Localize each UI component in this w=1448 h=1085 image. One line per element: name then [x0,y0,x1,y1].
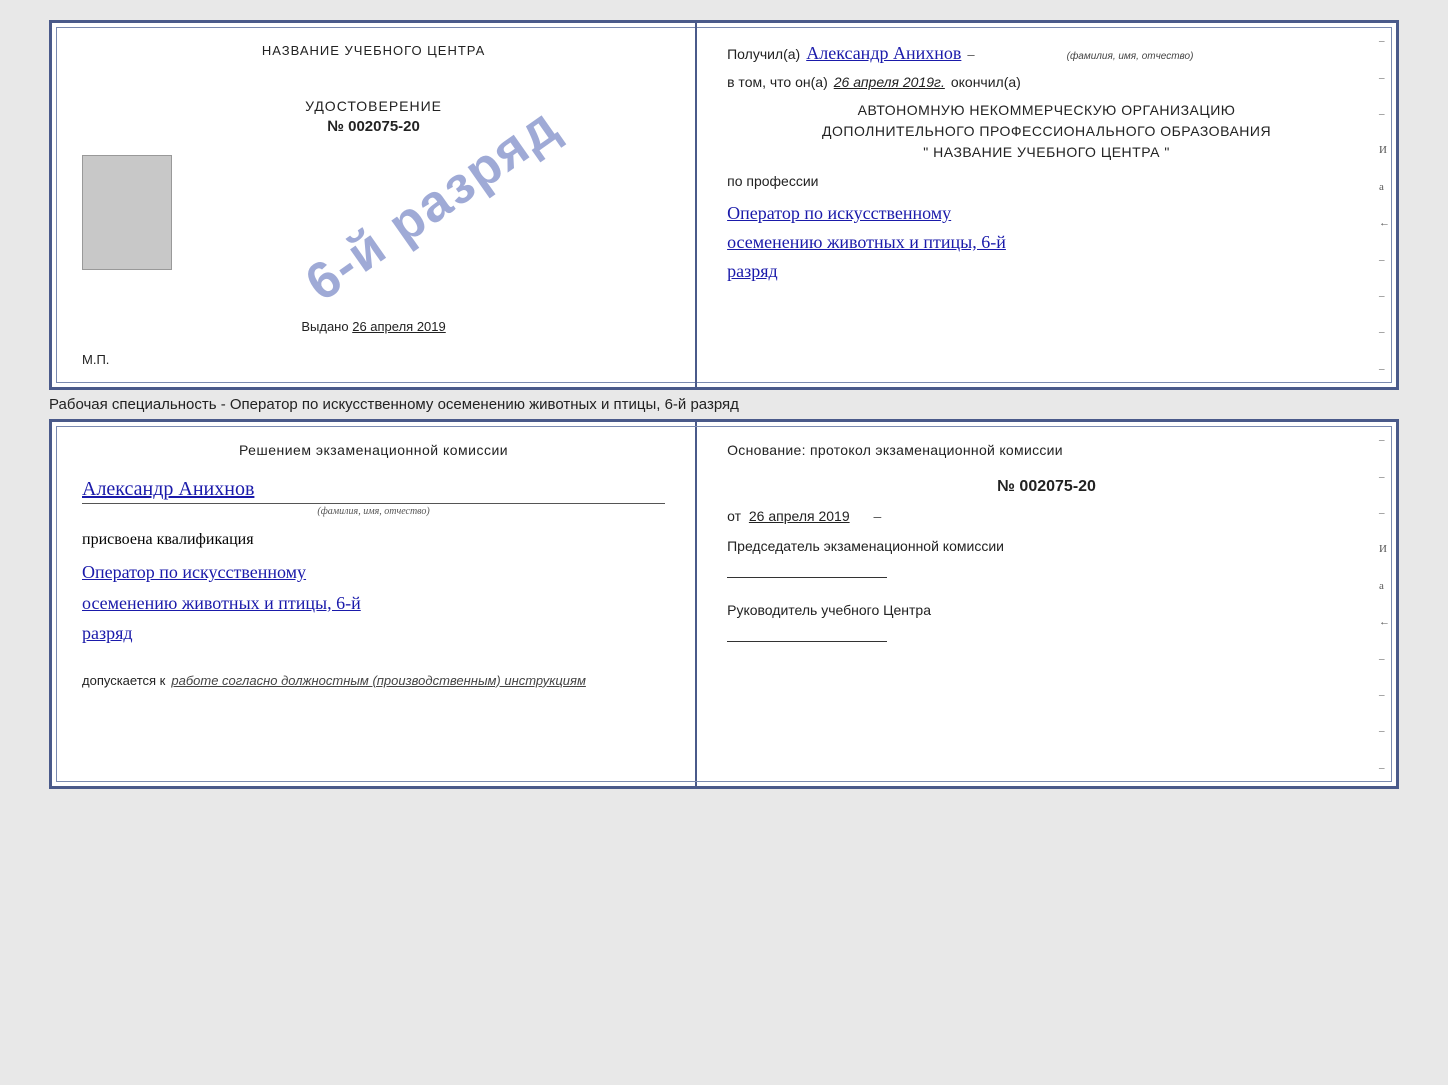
bottom-cert-left-panel: Решением экзаменационной комиссии Алекса… [52,422,697,786]
poluchil-label: Получил(а) [727,46,800,62]
org-line2: ДОПОЛНИТЕЛЬНОГО ПРОФЕССИОНАЛЬНОГО ОБРАЗО… [727,121,1366,142]
vydano-date: 26 апреля 2019 [352,319,446,334]
org-line3: " НАЗВАНИЕ УЧЕБНОГО ЦЕНТРА " [727,142,1366,163]
dopuskaetsya-line: допускается к работе согласно должностны… [82,673,665,688]
chairman-block: Председатель экзаменационной комиссии [727,536,1366,578]
vtom-line: в том, что он(а) 26 апреля 2019г. окончи… [727,74,1366,90]
top-cert-right-panel: Получил(а) Александр Анихнов – (фамилия,… [697,23,1396,387]
poluchil-line: Получил(а) Александр Анихнов – (фамилия,… [727,43,1366,64]
top-cert-left-panel: НАЗВАНИЕ УЧЕБНОГО ЦЕНТРА 6-й разряд УДОС… [52,23,697,387]
ot-label: от [727,508,741,524]
org-line1: АВТОНОМНУЮ НЕКОММЕРЧЕСКУЮ ОРГАНИЗАЦИЮ [727,100,1366,121]
udostoverenie-label: УДОСТОВЕРЕНИЕ [305,98,442,114]
rukovoditel-block: Руководитель учебного Центра [727,600,1366,642]
resheniem-text: Решением экзаменационной комиссии [82,442,665,458]
osnovanie-text: Основание: протокол экзаменационной коми… [727,442,1366,458]
dopusk-text: работе согласно должностным (производств… [171,673,586,688]
vtom-label: в том, что он(а) [727,74,828,90]
okonchil-label: окончил(а) [951,74,1021,90]
profession-line1: Оператор по искусственному [727,199,1366,228]
fio-label-bottom: (фамилия, имя, отчество) [82,506,665,517]
recipient-name-top: Александр Анихнов [806,43,961,64]
bottom-certificate: Решением экзаменационной комиссии Алекса… [49,419,1399,789]
qualification-block: Оператор по искусственному осеменению жи… [82,557,665,649]
right-decorations-bottom: – – – И а ← – – – – [1379,422,1390,786]
subtitle-line: Рабочая специальность - Оператор по иску… [49,390,1399,419]
prisvoena-text: присвоена квалификация [82,531,665,549]
mp-label: М.П. [82,352,109,367]
profession-line3: разряд [727,257,1366,286]
name-block-bottom: Александр Анихнов (фамилия, имя, отчеств… [82,474,665,517]
udostoverenie-block: УДОСТОВЕРЕНИЕ № 002075-20 [305,98,442,135]
ot-date-value: 26 апреля 2019 [749,508,850,524]
vydano-label: Выдано [301,319,348,334]
rukovoditel-label: Руководитель учебного Центра [727,600,1366,621]
profession-top: Оператор по искусственному осеменению жи… [727,199,1366,285]
recipient-name-bottom: Александр Анихнов [82,478,665,501]
rukovoditel-signature-line [727,641,887,642]
dopuskaetsya-label: допускается к [82,673,165,688]
po-professii: по профессии [727,173,1366,189]
cert-title: НАЗВАНИЕ УЧЕБНОГО ЦЕНТРА [262,43,485,58]
qual-line1: Оператор по искусственному [82,557,665,588]
udostoverenie-number: № 002075-20 [305,118,442,135]
photo-placeholder [82,155,172,270]
org-block: АВТОНОМНУЮ НЕКОММЕРЧЕСКУЮ ОРГАНИЗАЦИЮ ДО… [727,100,1366,163]
right-decorations-top: – – – И а ← – – – – [1379,23,1390,387]
top-certificate: НАЗВАНИЕ УЧЕБНОГО ЦЕНТРА 6-й разряд УДОС… [49,20,1399,390]
chairman-label: Председатель экзаменационной комиссии [727,536,1366,557]
vtom-date: 26 апреля 2019г. [834,74,945,90]
bottom-cert-right-panel: Основание: протокол экзаменационной коми… [697,422,1396,786]
chairman-signature-line [727,577,887,578]
vydano-line: Выдано 26 апреля 2019 [301,319,445,344]
qual-line3: разряд [82,618,665,649]
profession-line2: осеменению животных и птицы, 6-й [727,228,1366,257]
protocol-num: № 002075-20 [727,478,1366,496]
ot-date-line: от 26 апреля 2019 – [727,508,1366,524]
qual-line2: осеменению животных и птицы, 6-й [82,588,665,619]
document-container: НАЗВАНИЕ УЧЕБНОГО ЦЕНТРА 6-й разряд УДОС… [49,20,1399,789]
fio-label-top: (фамилия, имя, отчество) [1067,51,1194,62]
